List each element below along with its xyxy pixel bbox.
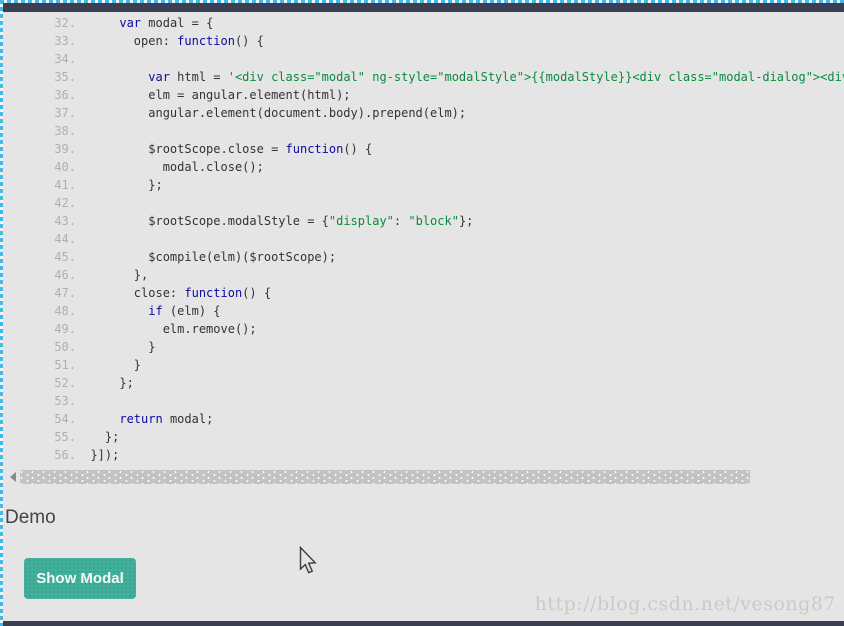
code-text: } xyxy=(76,338,155,356)
code-text: var html = '<div class="modal" ng-style=… xyxy=(76,68,844,86)
code-text: $rootScope.close = function() { xyxy=(76,140,372,158)
code-text: open: function() { xyxy=(76,32,264,50)
code-text: elm.remove(); xyxy=(76,320,257,338)
code-line: 53. xyxy=(0,392,844,410)
line-number: 39. xyxy=(0,140,76,158)
line-number: 32. xyxy=(0,14,76,32)
bottom-bar xyxy=(0,621,844,626)
code-line: 33. open: function() { xyxy=(0,32,844,50)
top-bar xyxy=(0,2,844,12)
code-text: modal.close(); xyxy=(76,158,264,176)
code-line: 50. } xyxy=(0,338,844,356)
line-number: 52. xyxy=(0,374,76,392)
code-line: 55. }; xyxy=(0,428,844,446)
page: 32. var modal = {33. open: function() {3… xyxy=(0,0,844,626)
code-line: 47. close: function() { xyxy=(0,284,844,302)
demo-heading: Demo xyxy=(5,507,56,529)
scrollbar-thumb[interactable] xyxy=(20,470,750,484)
code-text: }; xyxy=(76,428,119,446)
code-line: 49. elm.remove(); xyxy=(0,320,844,338)
line-number: 41. xyxy=(0,176,76,194)
selection-dashed-border-left xyxy=(0,0,3,626)
show-modal-button[interactable]: Show Modal xyxy=(24,558,136,599)
code-text: $rootScope.modalStyle = {"display": "blo… xyxy=(76,212,473,230)
line-number: 56. xyxy=(0,446,76,464)
line-number: 45. xyxy=(0,248,76,266)
scroll-left-arrow-icon[interactable] xyxy=(10,472,16,482)
line-number: 38. xyxy=(0,122,76,140)
line-number: 33. xyxy=(0,32,76,50)
code-line: 51. } xyxy=(0,356,844,374)
code-line: 37. angular.element(document.body).prepe… xyxy=(0,104,844,122)
code-line: 39. $rootScope.close = function() { xyxy=(0,140,844,158)
code-text: var modal = { xyxy=(76,14,213,32)
code-line: 41. }; xyxy=(0,176,844,194)
code-text: }, xyxy=(76,266,148,284)
code-line: 56. }]); xyxy=(0,446,844,464)
code-text: }; xyxy=(76,176,163,194)
line-number: 54. xyxy=(0,410,76,428)
code-line: 44. xyxy=(0,230,844,248)
code-line: 42. xyxy=(0,194,844,212)
code-text: }]); xyxy=(76,446,119,464)
code-text: }; xyxy=(76,374,134,392)
code-line: 35. var html = '<div class="modal" ng-st… xyxy=(0,68,844,86)
code-line: 36. elm = angular.element(html); xyxy=(0,86,844,104)
code-line: 45. $compile(elm)($rootScope); xyxy=(0,248,844,266)
code-block: 32. var modal = {33. open: function() {3… xyxy=(0,12,844,464)
code-text: angular.element(document.body).prepend(e… xyxy=(76,104,466,122)
mouse-cursor-icon xyxy=(299,546,317,576)
line-number: 48. xyxy=(0,302,76,320)
line-number: 50. xyxy=(0,338,76,356)
line-number: 36. xyxy=(0,86,76,104)
code-line: 43. $rootScope.modalStyle = {"display": … xyxy=(0,212,844,230)
code-line: 48. if (elm) { xyxy=(0,302,844,320)
watermark-url: http://blog.csdn.net/vesong87 xyxy=(535,593,836,615)
selection-dashed-border-top xyxy=(0,0,844,3)
line-number: 37. xyxy=(0,104,76,122)
code-line: 52. }; xyxy=(0,374,844,392)
line-number: 53. xyxy=(0,392,76,410)
line-number: 47. xyxy=(0,284,76,302)
code-text: close: function() { xyxy=(76,284,271,302)
line-number: 49. xyxy=(0,320,76,338)
code-text: if (elm) { xyxy=(76,302,221,320)
code-line: 40. modal.close(); xyxy=(0,158,844,176)
line-number: 42. xyxy=(0,194,76,212)
code-text: } xyxy=(76,356,141,374)
code-line: 34. xyxy=(0,50,844,68)
line-number: 51. xyxy=(0,356,76,374)
line-number: 35. xyxy=(0,68,76,86)
code-text: $compile(elm)($rootScope); xyxy=(76,248,336,266)
code-text: return modal; xyxy=(76,410,213,428)
code-line: 54. return modal; xyxy=(0,410,844,428)
code-line: 32. var modal = { xyxy=(0,14,844,32)
code-text: elm = angular.element(html); xyxy=(76,86,351,104)
line-number: 43. xyxy=(0,212,76,230)
line-number: 34. xyxy=(0,50,76,68)
horizontal-scrollbar[interactable] xyxy=(5,468,841,486)
line-number: 44. xyxy=(0,230,76,248)
code-line: 46. }, xyxy=(0,266,844,284)
line-number: 40. xyxy=(0,158,76,176)
line-number: 55. xyxy=(0,428,76,446)
line-number: 46. xyxy=(0,266,76,284)
code-line: 38. xyxy=(0,122,844,140)
